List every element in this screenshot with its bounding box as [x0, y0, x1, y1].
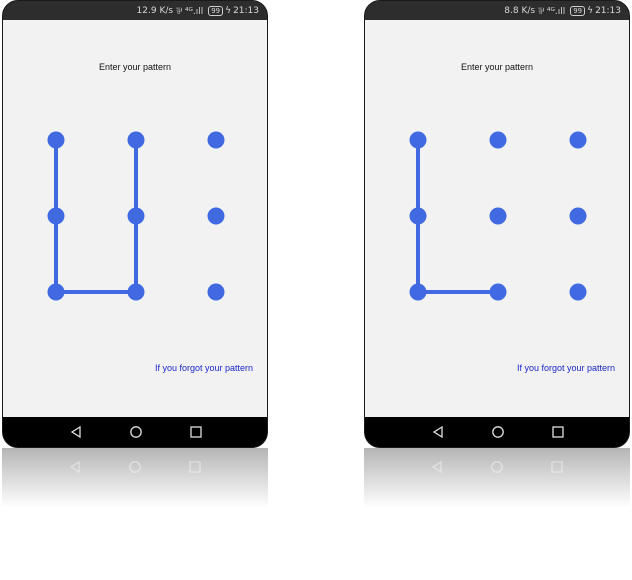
- battery-icon: 99: [570, 5, 586, 16]
- pattern-dot-5[interactable]: [127, 207, 145, 225]
- pattern-grid[interactable]: [365, 20, 630, 417]
- pattern-dot-8[interactable]: [127, 283, 145, 301]
- home-icon: [130, 426, 142, 438]
- clock: 21:13: [233, 5, 259, 16]
- home-icon: [488, 458, 506, 476]
- pattern-dot-1[interactable]: [409, 131, 427, 149]
- pattern-line: [416, 140, 498, 294]
- pattern-dot-6[interactable]: [569, 207, 587, 225]
- recent-apps-button[interactable]: [549, 423, 567, 441]
- home-button[interactable]: [489, 423, 507, 441]
- recent-apps-icon: [190, 426, 202, 438]
- pattern-dot-1[interactable]: [47, 131, 65, 149]
- network-speed: 12.9 K/s: [136, 5, 174, 16]
- home-icon: [492, 426, 504, 438]
- reflection: [364, 448, 630, 518]
- reflection: [2, 448, 268, 518]
- pattern-dot-5[interactable]: [489, 207, 507, 225]
- home-icon: [126, 458, 144, 476]
- pattern-dot-4[interactable]: [47, 207, 65, 225]
- back-icon: [66, 458, 84, 476]
- pattern-dot-3[interactable]: [207, 131, 225, 149]
- back-button[interactable]: [429, 423, 447, 441]
- lock-screen: Enter your pattern If you forgot your pa…: [3, 20, 267, 417]
- recent-apps-icon: [548, 458, 566, 476]
- pattern-dot-9[interactable]: [569, 283, 587, 301]
- pattern-dot-8[interactable]: [489, 283, 507, 301]
- back-icon: [428, 458, 446, 476]
- navigation-bar: [3, 417, 267, 447]
- pattern-dot-7[interactable]: [409, 283, 427, 301]
- pattern-dot-3[interactable]: [569, 131, 587, 149]
- back-icon: [70, 425, 81, 439]
- clock: 21:13: [595, 5, 621, 16]
- charging-icon: ϟ: [587, 5, 594, 16]
- pattern-dot-9[interactable]: [207, 283, 225, 301]
- pattern-dot-4[interactable]: [409, 207, 427, 225]
- pattern-line: [54, 140, 138, 294]
- pattern-grid[interactable]: [3, 20, 268, 417]
- phone-right: 8.8 K/s ⅌ ⁴ᴳ.ıll 99 ϟ 21:13 Enter your p…: [364, 0, 630, 448]
- recent-apps-icon: [186, 458, 204, 476]
- phone-left: 12.9 K/s ⅌ ⁴ᴳ.ıll 99 ϟ 21:13 Enter your …: [2, 0, 268, 448]
- charging-icon: ϟ: [225, 5, 232, 16]
- pattern-dot-2[interactable]: [127, 131, 145, 149]
- forgot-pattern-link[interactable]: If you forgot your pattern: [155, 363, 253, 373]
- network-speed: 8.8 K/s: [504, 5, 536, 16]
- recent-apps-button[interactable]: [187, 423, 205, 441]
- lock-screen: Enter your pattern If you forgot your pa…: [365, 20, 629, 417]
- recent-apps-icon: [552, 426, 564, 438]
- back-icon: [432, 425, 443, 439]
- pattern-dot-7[interactable]: [47, 283, 65, 301]
- pattern-dot-6[interactable]: [207, 207, 225, 225]
- pattern-dot-2[interactable]: [489, 131, 507, 149]
- battery-icon: 99: [208, 5, 224, 16]
- signal-icon: ⅌ ⁴ᴳ.ıll: [538, 7, 566, 17]
- home-button[interactable]: [127, 423, 145, 441]
- forgot-pattern-link[interactable]: If you forgot your pattern: [517, 363, 615, 373]
- status-bar: 8.8 K/s ⅌ ⁴ᴳ.ıll 99 ϟ 21:13: [365, 1, 629, 20]
- navigation-bar: [365, 417, 629, 447]
- back-button[interactable]: [67, 423, 85, 441]
- signal-icon: ⅌ ⁴ᴳ.ıll: [176, 7, 204, 17]
- status-bar: 12.9 K/s ⅌ ⁴ᴳ.ıll 99 ϟ 21:13: [3, 1, 267, 20]
